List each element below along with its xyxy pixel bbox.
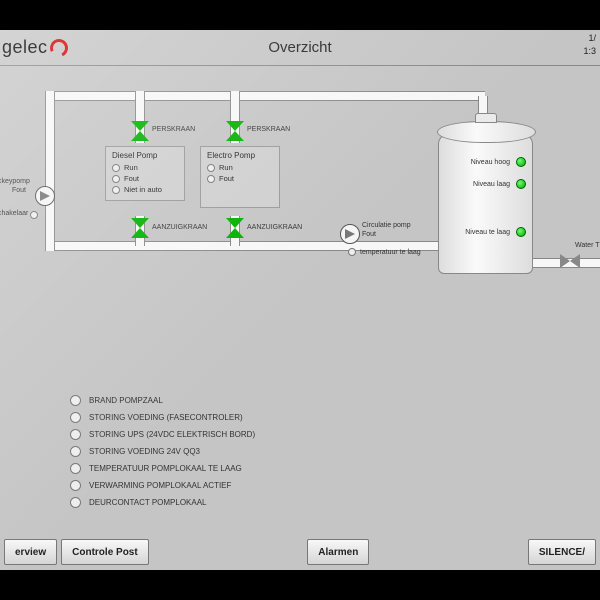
electro-run: Run bbox=[219, 163, 233, 172]
electro-pump-status: Electro Pomp Run Fout bbox=[200, 146, 280, 208]
tank-level-low-label: Niveau laag bbox=[473, 181, 510, 188]
diesel-fault: Fout bbox=[124, 174, 139, 183]
level-low-led bbox=[516, 179, 526, 189]
status-led bbox=[112, 164, 120, 172]
aanzuigkraan-label-1: AANZUIGKRAAN bbox=[152, 224, 207, 231]
pipe bbox=[45, 91, 485, 101]
tank-cap bbox=[475, 113, 497, 123]
circulation-pump-icon bbox=[340, 224, 360, 244]
jockey-pump-icon bbox=[35, 186, 55, 206]
footer-toolbar: erview Controle Post Alarmen SILENCE/ bbox=[0, 534, 600, 570]
alarm-item: STORING VOEDING (FASECONTROLER) bbox=[89, 413, 243, 422]
jockey-switch-led bbox=[30, 211, 38, 219]
alarm-item: TEMPERATUUR POMPLOKAAL TE LAAG bbox=[89, 464, 242, 473]
level-too-low-led bbox=[516, 227, 526, 237]
jockey-fault-label: Fout bbox=[12, 187, 26, 194]
status-led bbox=[207, 164, 215, 172]
alarm-item: VERWARMING POMPLOKAAL ACTIEF bbox=[89, 481, 231, 490]
alarm-led bbox=[70, 429, 81, 440]
electro-title: Electro Pomp bbox=[207, 151, 273, 160]
alarm-item: STORING VOEDING 24V QQ3 bbox=[89, 447, 200, 456]
header: gelec Overzicht 1/ 1:3 bbox=[0, 30, 600, 66]
tank-level-too-low-label: Niveau te laag bbox=[465, 229, 510, 236]
diesel-run: Run bbox=[124, 163, 138, 172]
header-time: 1:3 bbox=[583, 45, 596, 58]
jockey-pump-label: ckeypomp bbox=[0, 178, 30, 185]
alarm-item: STORING UPS (24VDC ELEKTRISCH BORD) bbox=[89, 430, 255, 439]
alarm-led bbox=[70, 463, 81, 474]
header-datetime: 1/ 1:3 bbox=[583, 32, 596, 57]
circ-pump-label: Circulatie pomp bbox=[362, 222, 411, 229]
header-date: 1/ bbox=[583, 32, 596, 45]
alarm-led bbox=[70, 412, 81, 423]
status-led bbox=[348, 248, 356, 256]
alarm-led bbox=[70, 446, 81, 457]
page-title: Overzicht bbox=[0, 39, 600, 56]
diesel-title: Diesel Pomp bbox=[112, 151, 178, 160]
screen: gelec Overzicht 1/ 1:3 ckeypomp Fout bbox=[0, 30, 600, 570]
tablet-device: gelec Overzicht 1/ 1:3 ckeypomp Fout bbox=[0, 0, 600, 600]
alarm-item: DEURCONTACT POMPLOKAAL bbox=[89, 498, 207, 507]
manual-valve-icon bbox=[560, 254, 580, 268]
valve-icon bbox=[226, 218, 244, 238]
electro-fault: Fout bbox=[219, 174, 234, 183]
pipe bbox=[45, 91, 55, 201]
process-diagram: ckeypomp Fout chakelaar PERSKRAAN AANZUI… bbox=[0, 66, 600, 534]
aanzuigkraan-label-2: AANZUIGKRAAN bbox=[247, 224, 302, 231]
controle-post-button[interactable]: Controle Post bbox=[61, 539, 149, 565]
tank-level-high-label: Niveau hoog bbox=[471, 159, 510, 166]
overview-button[interactable]: erview bbox=[4, 539, 57, 565]
jockey-switch-label: chakelaar bbox=[0, 210, 28, 217]
valve-icon bbox=[131, 121, 149, 141]
alarm-led bbox=[70, 395, 81, 406]
water-t-label: Water T bbox=[575, 242, 600, 249]
alarmen-button[interactable]: Alarmen bbox=[307, 539, 369, 565]
diesel-notauto: Niet in auto bbox=[124, 185, 162, 194]
water-tank: Niveau hoog Niveau laag Niveau te laag bbox=[438, 134, 533, 274]
alarm-list: BRAND POMPZAAL STORING VOEDING (FASECONT… bbox=[70, 389, 255, 514]
valve-icon bbox=[131, 218, 149, 238]
status-led bbox=[112, 186, 120, 194]
alarm-item: BRAND POMPZAAL bbox=[89, 396, 163, 405]
status-led bbox=[112, 175, 120, 183]
circ-temp-label: temperatuur te laag bbox=[360, 249, 421, 256]
perskraan-label-1: PERSKRAAN bbox=[152, 126, 195, 133]
status-led bbox=[207, 175, 215, 183]
diesel-pump-status: Diesel Pomp Run Fout Niet in auto bbox=[105, 146, 185, 201]
alarm-led bbox=[70, 497, 81, 508]
level-high-led bbox=[516, 157, 526, 167]
valve-icon bbox=[226, 121, 244, 141]
silence-button[interactable]: SILENCE/ bbox=[528, 539, 596, 565]
circ-fault-label: Fout bbox=[362, 231, 376, 238]
alarm-led bbox=[70, 480, 81, 491]
perskraan-label-2: PERSKRAAN bbox=[247, 126, 290, 133]
